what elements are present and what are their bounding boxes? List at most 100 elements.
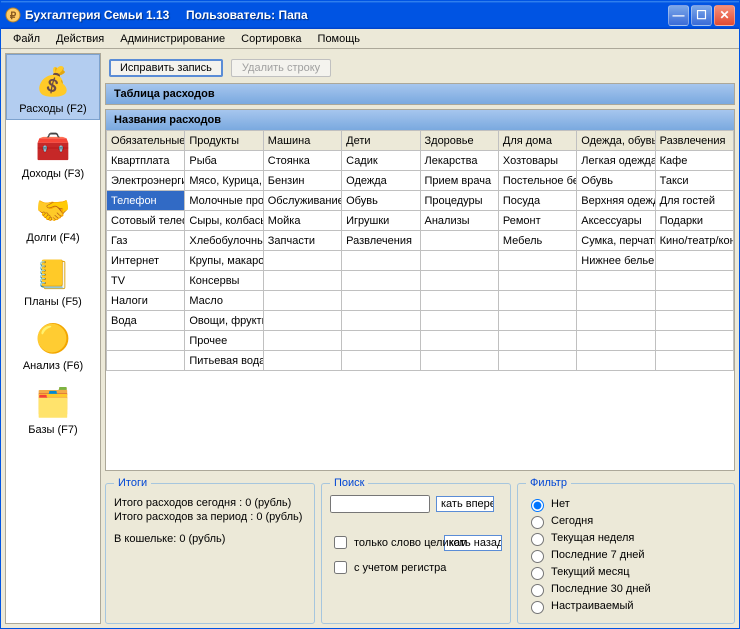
- sidebar-item[interactable]: 📒Планы (F5): [6, 248, 100, 312]
- table-cell[interactable]: Лекарства: [420, 151, 498, 171]
- close-button[interactable]: ✕: [714, 5, 735, 26]
- table-cell[interactable]: Ремонт: [498, 211, 576, 231]
- table-cell[interactable]: [498, 311, 576, 331]
- table-cell[interactable]: Мойка: [263, 211, 341, 231]
- table-cell[interactable]: [420, 331, 498, 351]
- table-cell[interactable]: Сыры, колбасы: [185, 211, 263, 231]
- table-cell[interactable]: [655, 271, 733, 291]
- table-cell[interactable]: Крупы, макароны: [185, 251, 263, 271]
- table-cell[interactable]: Телефон: [107, 191, 185, 211]
- table-cell[interactable]: [263, 251, 341, 271]
- table-cell[interactable]: Кафе: [655, 151, 733, 171]
- table-cell[interactable]: Питьевая вода: [185, 351, 263, 371]
- table-scroll[interactable]: ОбязательныеПродуктыМашинаДетиЗдоровьеДл…: [106, 130, 734, 470]
- table-cell[interactable]: Обслуживание: [263, 191, 341, 211]
- table-cell[interactable]: Налоги: [107, 291, 185, 311]
- table-cell[interactable]: Масло: [185, 291, 263, 311]
- table-cell[interactable]: [577, 351, 655, 371]
- table-cell[interactable]: [577, 271, 655, 291]
- column-header[interactable]: Развлечения: [655, 131, 733, 151]
- table-cell[interactable]: Верхняя одежда: [577, 191, 655, 211]
- table-cell[interactable]: [342, 271, 420, 291]
- match-case-checkbox[interactable]: с учетом регистра: [330, 558, 502, 577]
- edit-record-button[interactable]: Исправить запись: [109, 59, 223, 77]
- table-cell[interactable]: Для гостей: [655, 191, 733, 211]
- table-cell[interactable]: [342, 311, 420, 331]
- sidebar-item[interactable]: 🤝Долги (F4): [6, 184, 100, 248]
- table-cell[interactable]: [655, 251, 733, 271]
- table-cell[interactable]: [107, 351, 185, 371]
- filter-option[interactable]: Последние 7 дней: [526, 547, 726, 563]
- table-cell[interactable]: [577, 331, 655, 351]
- table-cell[interactable]: Бензин: [263, 171, 341, 191]
- table-cell[interactable]: Прочее: [185, 331, 263, 351]
- table-cell[interactable]: Прием врача: [420, 171, 498, 191]
- table-cell[interactable]: [498, 251, 576, 271]
- table-cell[interactable]: Рыба: [185, 151, 263, 171]
- table-cell[interactable]: Хозтовары: [498, 151, 576, 171]
- table-cell[interactable]: [342, 291, 420, 311]
- table-cell[interactable]: Хлебобулочные: [185, 231, 263, 251]
- filter-option[interactable]: Настраиваемый: [526, 598, 726, 614]
- table-cell[interactable]: Сумка, перчатки: [577, 231, 655, 251]
- table-cell[interactable]: Квартплата: [107, 151, 185, 171]
- filter-option[interactable]: Нет: [526, 496, 726, 512]
- table-cell[interactable]: Одежда: [342, 171, 420, 191]
- column-header[interactable]: Одежда, обувь: [577, 131, 655, 151]
- table-cell[interactable]: [263, 271, 341, 291]
- table-cell[interactable]: Такси: [655, 171, 733, 191]
- table-cell[interactable]: [655, 291, 733, 311]
- column-header[interactable]: Здоровье: [420, 131, 498, 151]
- table-cell[interactable]: Мебель: [498, 231, 576, 251]
- table-cell[interactable]: Кино/театр/концерт: [655, 231, 733, 251]
- sidebar-item[interactable]: 🟡Анализ (F6): [6, 312, 100, 376]
- table-cell[interactable]: TV: [107, 271, 185, 291]
- menu-item[interactable]: Файл: [5, 31, 48, 47]
- search-forward-button[interactable]: кать вперед: [436, 496, 494, 512]
- table-cell[interactable]: Стоянка: [263, 151, 341, 171]
- table-cell[interactable]: [655, 351, 733, 371]
- table-cell[interactable]: [342, 251, 420, 271]
- menu-item[interactable]: Действия: [48, 31, 112, 47]
- table-cell[interactable]: [655, 331, 733, 351]
- sidebar-item[interactable]: 💰Расходы (F2): [6, 54, 100, 120]
- table-cell[interactable]: [498, 291, 576, 311]
- menu-item[interactable]: Сортировка: [233, 31, 309, 47]
- table-cell[interactable]: [420, 351, 498, 371]
- sidebar-item[interactable]: 🗂️Базы (F7): [6, 376, 100, 440]
- table-cell[interactable]: [420, 291, 498, 311]
- table-cell[interactable]: Игрушки: [342, 211, 420, 231]
- table-cell[interactable]: [420, 231, 498, 251]
- table-cell[interactable]: Нижнее белье: [577, 251, 655, 271]
- table-cell[interactable]: Анализы: [420, 211, 498, 231]
- table-cell[interactable]: [498, 331, 576, 351]
- table-cell[interactable]: Обувь: [577, 171, 655, 191]
- column-header[interactable]: Дети: [342, 131, 420, 151]
- table-cell[interactable]: Подарки: [655, 211, 733, 231]
- maximize-button[interactable]: ☐: [691, 5, 712, 26]
- table-cell[interactable]: Сотовый телефон: [107, 211, 185, 231]
- menu-item[interactable]: Администрирование: [112, 31, 233, 47]
- expense-names-table[interactable]: ОбязательныеПродуктыМашинаДетиЗдоровьеДл…: [106, 130, 734, 371]
- table-cell[interactable]: [263, 311, 341, 331]
- filter-option[interactable]: Текущий месяц: [526, 564, 726, 580]
- table-cell[interactable]: [498, 351, 576, 371]
- filter-option[interactable]: Текущая неделя: [526, 530, 726, 546]
- table-cell[interactable]: Развлечения: [342, 231, 420, 251]
- table-cell[interactable]: Электроэнергия: [107, 171, 185, 191]
- minimize-button[interactable]: —: [668, 5, 689, 26]
- sidebar-item[interactable]: 🧰Доходы (F3): [6, 120, 100, 184]
- table-cell[interactable]: Процедуры: [420, 191, 498, 211]
- column-header[interactable]: Для дома: [498, 131, 576, 151]
- table-cell[interactable]: [342, 351, 420, 371]
- table-cell[interactable]: [263, 351, 341, 371]
- table-cell[interactable]: [263, 291, 341, 311]
- table-cell[interactable]: Аксессуары: [577, 211, 655, 231]
- table-cell[interactable]: Овощи, фрукты: [185, 311, 263, 331]
- table-cell[interactable]: [577, 291, 655, 311]
- table-cell[interactable]: [577, 311, 655, 331]
- column-header[interactable]: Продукты: [185, 131, 263, 151]
- column-header[interactable]: Машина: [263, 131, 341, 151]
- table-cell[interactable]: [420, 311, 498, 331]
- table-cell[interactable]: [263, 331, 341, 351]
